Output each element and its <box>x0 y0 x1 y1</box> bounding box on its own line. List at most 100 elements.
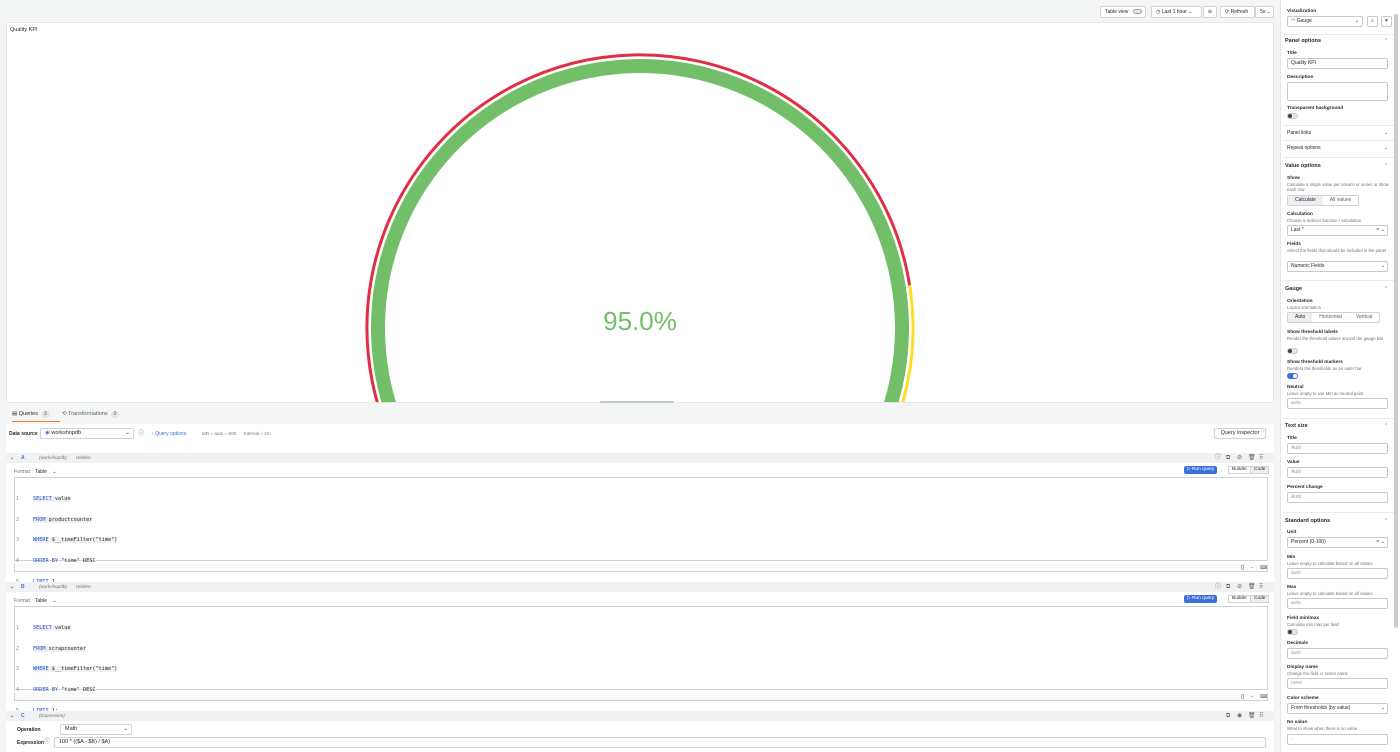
trash-icon[interactable]: 🗑 <box>1248 584 1256 590</box>
chevron-up-icon[interactable]: ⌃ <box>1384 163 1388 169</box>
decimals-input[interactable]: auto <box>1287 648 1388 659</box>
field-minmax-toggle[interactable] <box>1287 629 1298 635</box>
time-range-picker[interactable]: ◷ Last 1 hour ⌄ <box>1151 6 1202 18</box>
run-query-button-a[interactable]: ▷ Run query <box>1184 466 1218 474</box>
clear-icon[interactable]: × <box>1376 226 1379 235</box>
text-size-value-input[interactable]: Auto <box>1287 467 1388 478</box>
collapse-icon[interactable]: ⌄ <box>10 584 14 590</box>
max-input[interactable]: auto <box>1287 598 1388 609</box>
query-ref-b[interactable]: B <box>21 584 25 590</box>
query-inspector-button[interactable]: Query inspector <box>1214 428 1266 439</box>
query-row-header-a[interactable]: ⌄ A (workshopdb) Hidden ⓘ ⧉ ⊘ 🗑 ⠿ <box>6 453 1274 463</box>
builder-toggle-a[interactable]: Builder <box>1228 466 1251 474</box>
chevron-down-icon[interactable]: ⌄ <box>1384 145 1388 151</box>
chevron-down-icon: ⌄ <box>1380 705 1385 711</box>
chevron-up-icon[interactable]: ⌃ <box>1384 38 1388 44</box>
zoom-out-button[interactable]: ⊖ <box>1203 6 1217 18</box>
filter-options-button[interactable]: ⏷ <box>1381 16 1392 27</box>
query-ref-a[interactable]: A <box>21 455 25 461</box>
neutral-input[interactable]: auto <box>1287 398 1388 409</box>
run-query-button-b[interactable]: ▷ Run query <box>1184 595 1218 603</box>
help-icon[interactable]: ⓘ <box>1215 455 1221 461</box>
query-ref-c[interactable]: C <box>21 713 25 719</box>
threshold-markers-toggle[interactable] <box>1287 373 1298 379</box>
trash-icon[interactable]: 🗑 <box>1248 713 1256 719</box>
sql-editor-b[interactable]: 1 SELECT value 2 FROM scrapcounter 3 WHERE … <box>14 606 1268 714</box>
tab-queries[interactable]: ▤ Queries 3 <box>12 408 60 422</box>
description-textarea[interactable] <box>1287 82 1388 101</box>
eye-icon[interactable]: ◉ <box>1237 713 1242 719</box>
chevron-up-icon[interactable]: ⌃ <box>1384 423 1388 429</box>
orientation-auto-option[interactable]: Auto <box>1288 313 1313 322</box>
fields-select[interactable]: Numeric Fields ⌄ <box>1287 261 1388 272</box>
text-size-header[interactable]: Text size <box>1285 423 1308 429</box>
collapse-icon[interactable]: ⌄ <box>10 455 14 461</box>
sidebar-scrollbar[interactable] <box>1394 14 1398 628</box>
eye-off-icon[interactable]: ⊘ <box>1237 584 1242 590</box>
builder-toggle-b[interactable]: Builder <box>1228 595 1251 603</box>
query-row-header-b[interactable]: ⌄ B (workshopdb) Hidden ⓘ ⧉ ⊘ 🗑 ⠿ <box>6 582 1274 592</box>
standard-options-header[interactable]: Standard options <box>1285 518 1330 524</box>
visualization-picker[interactable]: ◠ Gauge ⌄ <box>1287 16 1363 27</box>
chevron-down-icon[interactable]: ⌄ <box>1384 130 1388 136</box>
transparent-toggle[interactable] <box>1287 113 1298 119</box>
chevron-up-icon[interactable]: ⌃ <box>1384 518 1388 524</box>
repeat-options-header[interactable]: Repeat options <box>1287 145 1321 151</box>
expression-input[interactable]: 100 * (($A - $B) / $A) <box>54 737 1266 748</box>
search-options-button[interactable]: ⌕ <box>1367 16 1378 27</box>
color-scheme-select[interactable]: From thresholds (by value) ⌄ <box>1287 703 1388 714</box>
no-value-input[interactable]: - <box>1287 734 1388 745</box>
eye-off-icon[interactable]: ⊘ <box>1237 455 1242 461</box>
title-input[interactable]: Quality KPI <box>1287 58 1388 69</box>
refresh-button[interactable]: ⟳ Refresh <box>1220 6 1255 18</box>
text-size-title-input[interactable]: Auto <box>1287 443 1388 454</box>
tab-transformations[interactable]: ⟲ Transformations 0 <box>62 408 132 422</box>
minimize-icon[interactable]: − <box>1251 694 1254 700</box>
query-options-toggle[interactable]: › Query options <box>152 431 186 437</box>
show-calculate-option[interactable]: Calculate <box>1288 196 1323 205</box>
keyboard-icon[interactable]: ⌨ <box>1260 565 1267 571</box>
chevron-up-icon[interactable]: ⌃ <box>1384 286 1388 292</box>
panel-options-header[interactable]: Panel options <box>1285 38 1321 44</box>
help-icon[interactable]: ⓘ <box>1215 584 1221 590</box>
display-name-input[interactable]: none <box>1287 678 1388 689</box>
duplicate-icon[interactable]: ⧉ <box>1226 713 1230 719</box>
format-select-a[interactable]: Table ⌄ <box>35 469 57 475</box>
drag-handle-icon[interactable]: ⠿ <box>1259 584 1263 590</box>
format-select-b[interactable]: Table ⌄ <box>35 598 57 604</box>
collapse-icon[interactable]: ⌄ <box>10 713 14 719</box>
datasource-select[interactable]: ◉ workshopdb ⌄ <box>40 428 134 439</box>
operation-select[interactable]: Math ⌄ <box>60 724 132 735</box>
chevron-down-icon: ⌄ <box>52 598 57 604</box>
orientation-horizontal-option[interactable]: Horizontal <box>1312 313 1349 322</box>
min-input[interactable]: auto <box>1287 568 1388 579</box>
resize-handle[interactable] <box>600 401 674 403</box>
panel-links-header[interactable]: Panel links <box>1287 130 1311 136</box>
table-view-toggle[interactable]: Table view <box>1100 6 1146 18</box>
format-code-icon[interactable]: {} <box>1241 694 1244 700</box>
code-toggle-b[interactable]: Code <box>1250 595 1270 603</box>
trash-icon[interactable]: 🗑 <box>1248 455 1256 461</box>
drag-handle-icon[interactable]: ⠿ <box>1259 455 1263 461</box>
calculation-select[interactable]: Last * × ⌄ <box>1287 225 1388 236</box>
minimize-icon[interactable]: − <box>1251 565 1254 571</box>
keyboard-icon[interactable]: ⌨ <box>1260 694 1267 700</box>
duplicate-icon[interactable]: ⧉ <box>1226 584 1230 590</box>
value-options-header[interactable]: Value options <box>1285 163 1321 169</box>
clear-icon[interactable]: × <box>1376 538 1379 547</box>
code-toggle-a[interactable]: Code <box>1250 466 1270 474</box>
percent-change-input[interactable]: Auto <box>1287 492 1388 503</box>
drag-handle-icon[interactable]: ⠿ <box>1259 713 1263 719</box>
gauge-options-header[interactable]: Gauge <box>1285 286 1302 292</box>
query-row-header-c[interactable]: ⌄ C (Expression) ⧉ ◉ 🗑 ⠿ <box>6 711 1274 721</box>
help-icon[interactable]: ⓘ <box>138 431 144 437</box>
format-code-icon[interactable]: {} <box>1241 565 1244 571</box>
orientation-vertical-option[interactable]: Vertical <box>1349 313 1379 322</box>
duplicate-icon[interactable]: ⧉ <box>1226 455 1230 461</box>
refresh-interval-picker[interactable]: 5s ⌄ <box>1255 6 1274 18</box>
unit-select[interactable]: Percent (0-100) × ⌄ <box>1287 537 1388 548</box>
help-icon[interactable]: ⓘ <box>44 739 50 745</box>
show-all-values-option[interactable]: All values <box>1323 196 1358 205</box>
threshold-labels-toggle[interactable] <box>1287 348 1298 354</box>
sql-editor-a[interactable]: 1 SELECT value 2 FROM productcounter 3 WHER… <box>14 477 1268 585</box>
